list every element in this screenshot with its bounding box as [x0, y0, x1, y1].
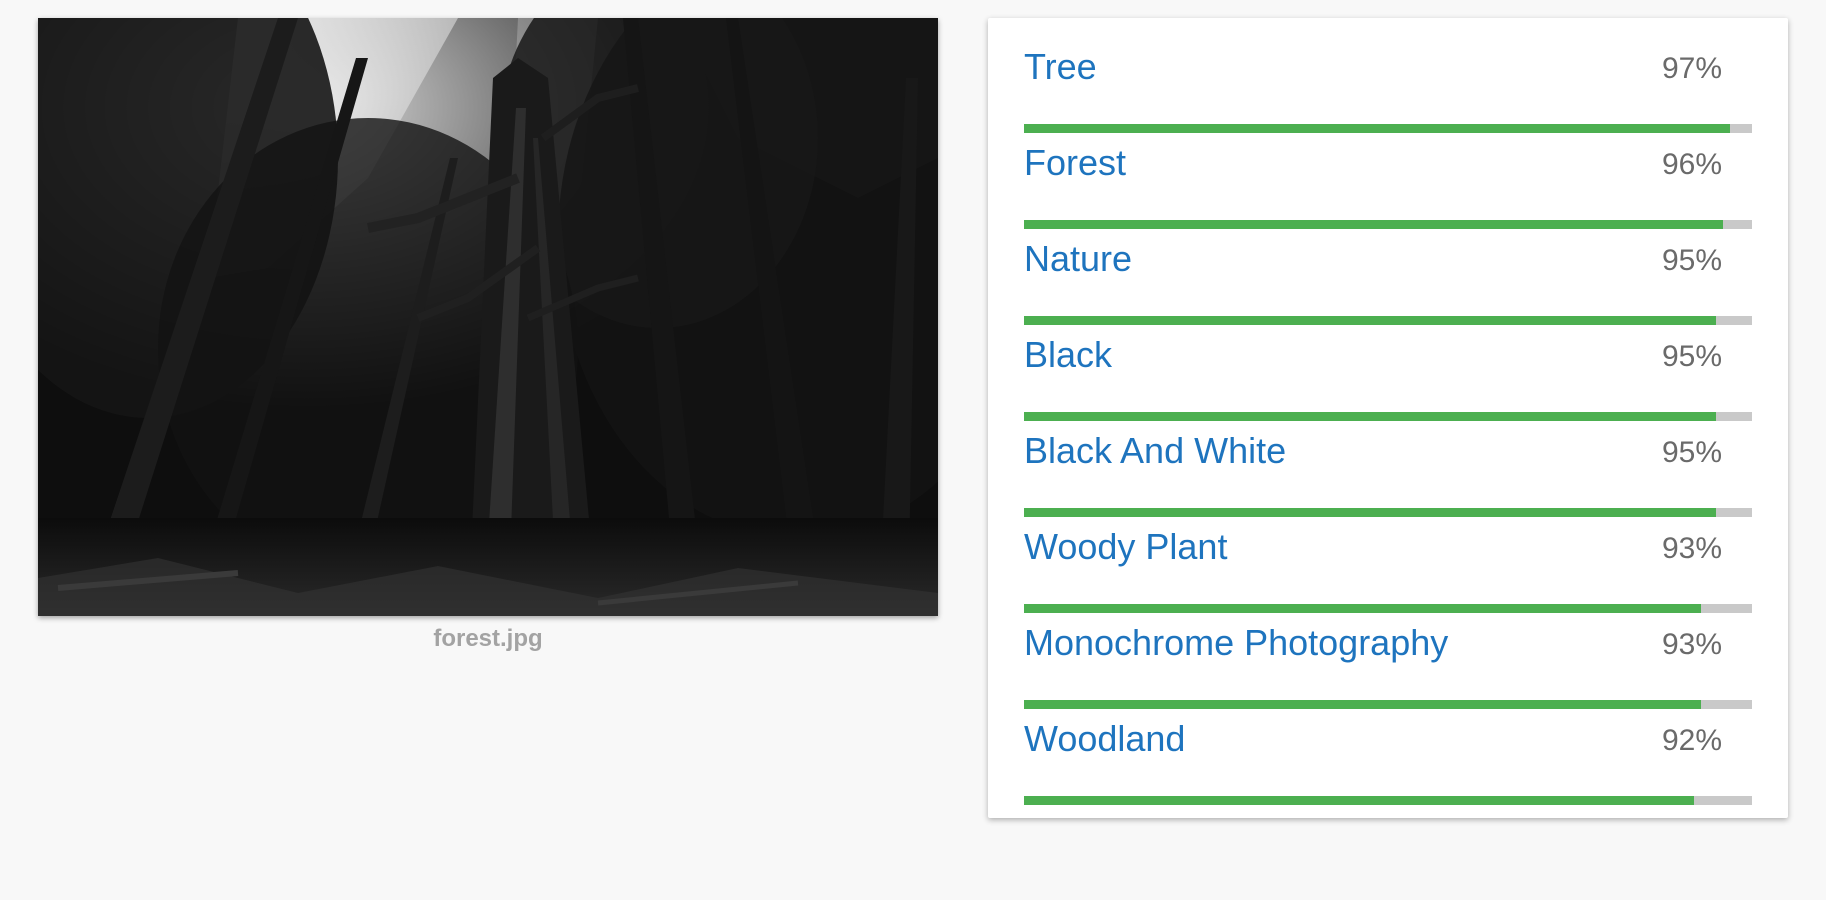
label-name: Tree: [1024, 46, 1097, 87]
label-score: 93%: [1661, 532, 1722, 565]
image-filename: forest.jpg: [433, 625, 543, 652]
label-score: 97%: [1661, 52, 1722, 85]
label-name: Black: [1024, 334, 1113, 375]
label-name: Woody Plant: [1024, 526, 1228, 567]
label-row: Black And White 95%: [1024, 402, 1752, 517]
forest-photo: [38, 18, 938, 616]
label-name: Woodland: [1024, 718, 1186, 759]
label-row: Woody Plant 93%: [1024, 498, 1752, 613]
confidence-bar-fill: [1024, 796, 1694, 805]
label-name: Forest: [1024, 142, 1127, 183]
label-score: 95%: [1661, 244, 1722, 277]
image-panel: forest.jpg: [38, 18, 938, 653]
label-row: Monochrome Photography 93%: [1024, 594, 1752, 709]
label-name: Black And White: [1024, 430, 1287, 471]
label-row: Tree 97%: [1024, 18, 1752, 133]
label-score: 96%: [1661, 148, 1722, 181]
label-score: 92%: [1661, 724, 1722, 757]
label-row: Nature 95%: [1024, 210, 1752, 325]
confidence-bar: [1024, 796, 1752, 805]
label-row: Woodland 92%: [1024, 690, 1752, 805]
label-score: 95%: [1661, 436, 1722, 469]
label-row: Black 95%: [1024, 306, 1752, 421]
label-score: 93%: [1661, 628, 1722, 661]
label-row: Forest 96%: [1024, 114, 1752, 229]
label-score: 95%: [1661, 340, 1722, 373]
label-name: Nature: [1024, 238, 1133, 279]
labels-card: Tree 97% Forest 96% Nature 95% Black 95%…: [988, 18, 1788, 818]
label-name: Monochrome Photography: [1024, 622, 1449, 663]
